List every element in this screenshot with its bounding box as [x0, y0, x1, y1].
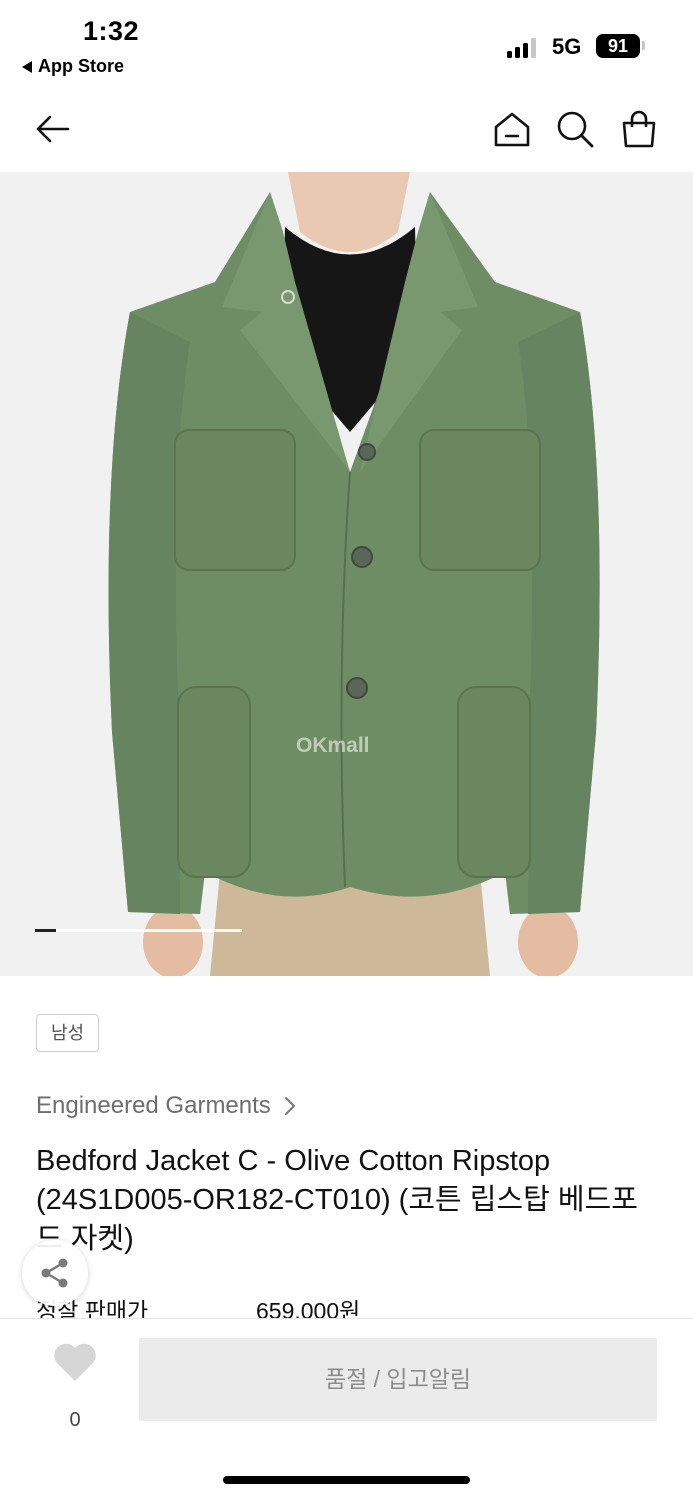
status-time: 1:32: [83, 16, 140, 46]
home-icon[interactable]: [491, 108, 533, 150]
share-icon: [41, 1258, 68, 1288]
battery-icon: 91: [596, 34, 640, 58]
home-indicator: [223, 1476, 470, 1484]
back-app-label: App Store: [38, 56, 125, 76]
signal-icon: [507, 38, 539, 58]
search-icon[interactable]: [554, 108, 596, 150]
bottom-action-bar: 0 품절 / 입고알림: [0, 1318, 693, 1500]
gender-tag: 남성: [36, 1014, 100, 1052]
brand-link[interactable]: Engineered Garments: [36, 1092, 297, 1120]
carousel-progress-track: [35, 929, 242, 932]
shopping-bag-icon[interactable]: [618, 108, 660, 150]
carousel-progress-thumb: [35, 929, 56, 932]
product-photo: [108, 172, 600, 976]
status-bar: 1:32 App Store 5G 91: [0, 0, 693, 90]
wishlist-button[interactable]: 0: [50, 1341, 100, 1431]
chevron-right-icon: [284, 1097, 295, 1115]
network-type: 5G: [552, 34, 582, 59]
watermark: OKmall: [296, 734, 370, 757]
back-to-app-link[interactable]: App Store: [22, 56, 124, 77]
soldout-restock-alert-button[interactable]: 품절 / 입고알림: [139, 1338, 657, 1421]
battery-nub: [642, 41, 645, 50]
wishlist-count: 0: [69, 1409, 81, 1431]
heart-icon: [54, 1343, 96, 1381]
share-button[interactable]: [22, 1240, 88, 1306]
back-arrow-icon[interactable]: [31, 108, 73, 150]
product-image-carousel[interactable]: OKmall: [0, 172, 693, 976]
brand-name: Engineered Garments: [36, 1092, 271, 1119]
product-title: Bedford Jacket C - Olive Cotton Ripstop …: [36, 1145, 638, 1255]
back-triangle-icon: [22, 60, 32, 73]
top-navigation: [0, 90, 693, 172]
